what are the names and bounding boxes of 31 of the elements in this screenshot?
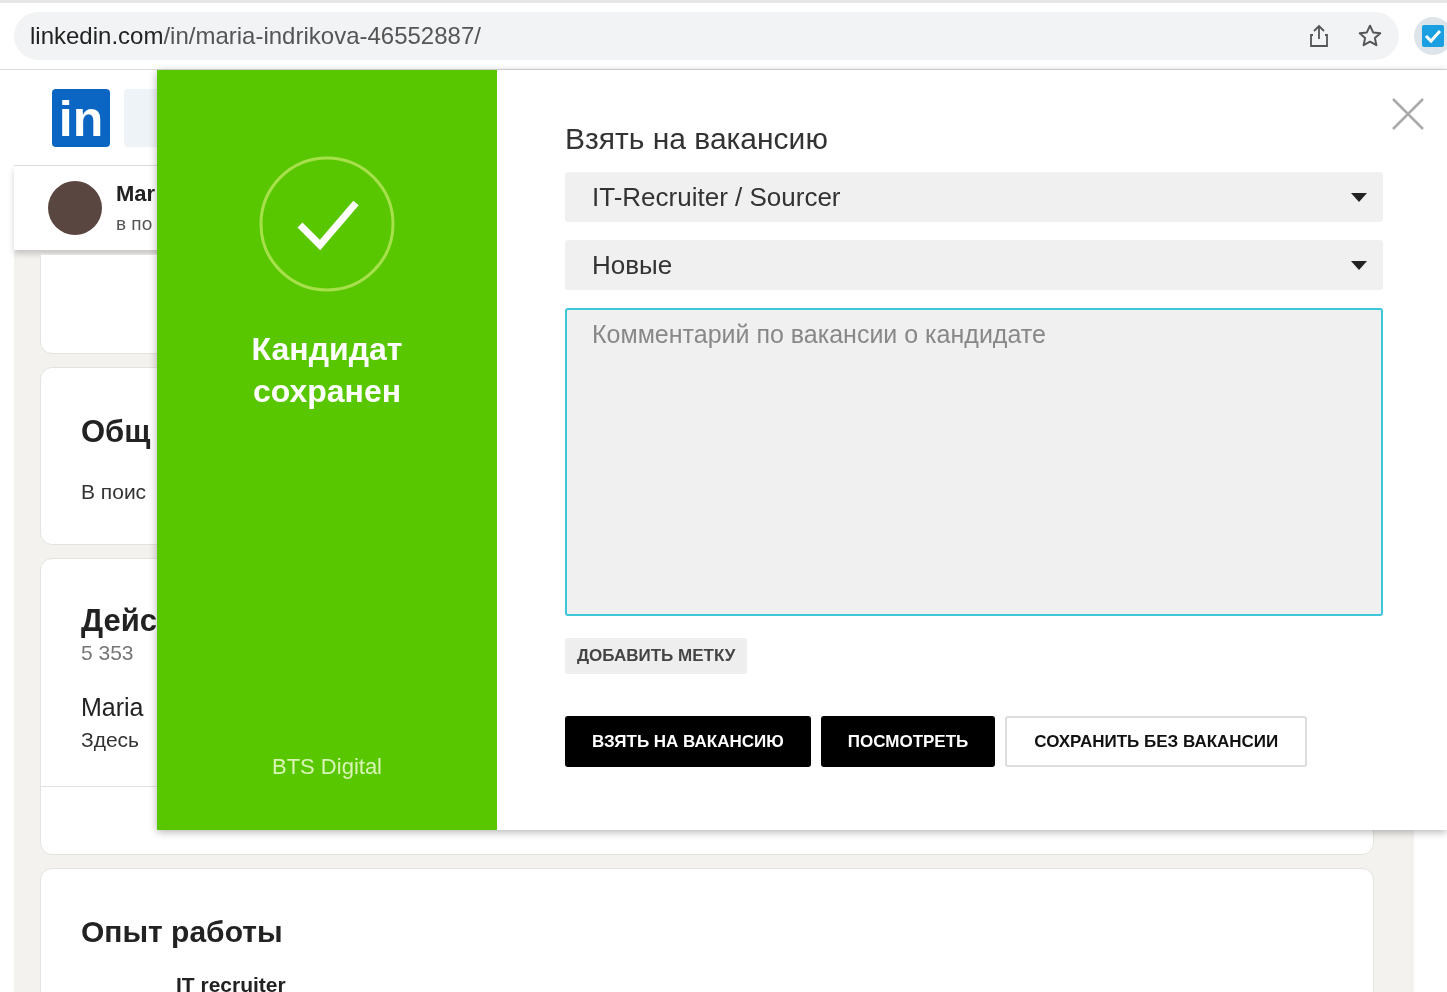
job-title: IT recruiter	[176, 973, 286, 992]
url-path: /in/maria-indrikova-46552887/	[163, 22, 481, 49]
card-text: В поис	[81, 480, 147, 504]
followers-count: 5 353	[81, 641, 134, 665]
share-icon[interactable]	[1309, 24, 1329, 48]
add-tag-button[interactable]: ДОБАВИТЬ МЕТКУ	[565, 638, 748, 674]
dialog-heading: Взять на вакансию	[565, 122, 829, 156]
caret-icon	[1351, 192, 1367, 202]
comment-field[interactable]: Комментарий по вакансии о кандидате	[565, 308, 1383, 616]
star-icon[interactable]	[1357, 23, 1383, 49]
address-bar[interactable]: linkedin.com/in/maria-indrikova-46552887/	[14, 12, 1399, 60]
extension-checkbox-icon[interactable]	[1413, 16, 1447, 56]
profile-subtitle: в по	[116, 213, 154, 235]
card-title: Дейс	[81, 603, 157, 639]
card-title: Опыт работы	[81, 915, 283, 949]
post-author: Maria	[81, 693, 144, 722]
post-text: Здесь	[81, 728, 140, 752]
url-host: linkedin.com	[30, 22, 164, 49]
avatar	[48, 181, 102, 235]
action-button[interactable]: СОХРАНИТЬ БЕЗ ВАКАНСИИ	[1005, 716, 1308, 767]
action-button[interactable]: ПОСМОТРЕТЬ	[820, 716, 996, 767]
linkedin-logo[interactable]: in	[52, 88, 110, 147]
status-title: Кандидат сохранен	[250, 330, 404, 411]
dropdown[interactable]: Новые	[565, 240, 1383, 290]
company-name: BTS Digital	[271, 754, 382, 780]
action-button[interactable]: ВЗЯТЬ НА ВАКАНСИЮ	[565, 716, 811, 767]
caret-icon	[1351, 260, 1367, 270]
profile-name: Mar	[116, 181, 156, 207]
card-title: Общ	[81, 414, 151, 450]
check-circle-icon	[258, 155, 396, 293]
dropdown[interactable]: IT-Recruiter / Sourcer	[565, 172, 1383, 222]
